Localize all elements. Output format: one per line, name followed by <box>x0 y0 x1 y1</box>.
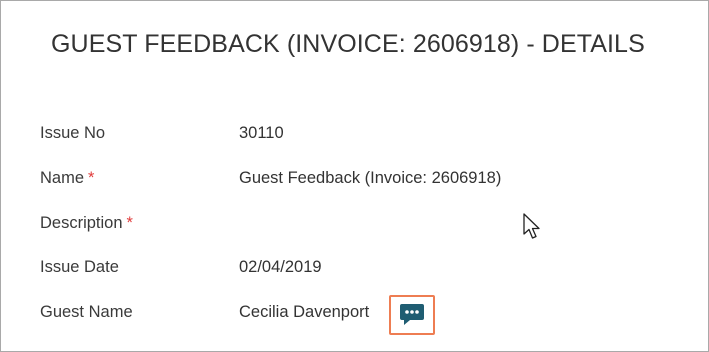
mouse-pointer-icon <box>523 213 540 239</box>
required-marker: * <box>126 214 133 232</box>
guest-name-value: Cecilia Davenport <box>239 303 370 321</box>
page-title: GUEST FEEDBACK (INVOICE: 2606918) - DETA… <box>51 30 645 58</box>
required-marker: * <box>88 169 95 187</box>
issue-date-label: Issue Date <box>40 258 119 276</box>
field-row-guest-name: Guest Name Cecilia Davenport <box>1 303 708 327</box>
description-label: Description * <box>40 214 133 232</box>
details-panel: GUEST FEEDBACK (INVOICE: 2606918) - DETA… <box>0 0 709 352</box>
comment-dots-icon <box>400 304 424 325</box>
issue-date-value: 02/04/2019 <box>239 258 322 276</box>
name-value: Guest Feedback (Invoice: 2606918) <box>239 169 502 187</box>
field-row-name: Name * Guest Feedback (Invoice: 2606918) <box>1 169 708 193</box>
issue-no-value: 30110 <box>239 124 284 142</box>
field-row-description: Description * <box>1 214 708 238</box>
field-row-issue-no: Issue No 30110 <box>1 124 708 148</box>
issue-no-label: Issue No <box>40 124 106 142</box>
guest-comment-button[interactable] <box>389 295 435 335</box>
name-label: Name * <box>40 169 95 187</box>
guest-name-label: Guest Name <box>40 303 133 321</box>
field-row-issue-date: Issue Date 02/04/2019 <box>1 258 708 282</box>
